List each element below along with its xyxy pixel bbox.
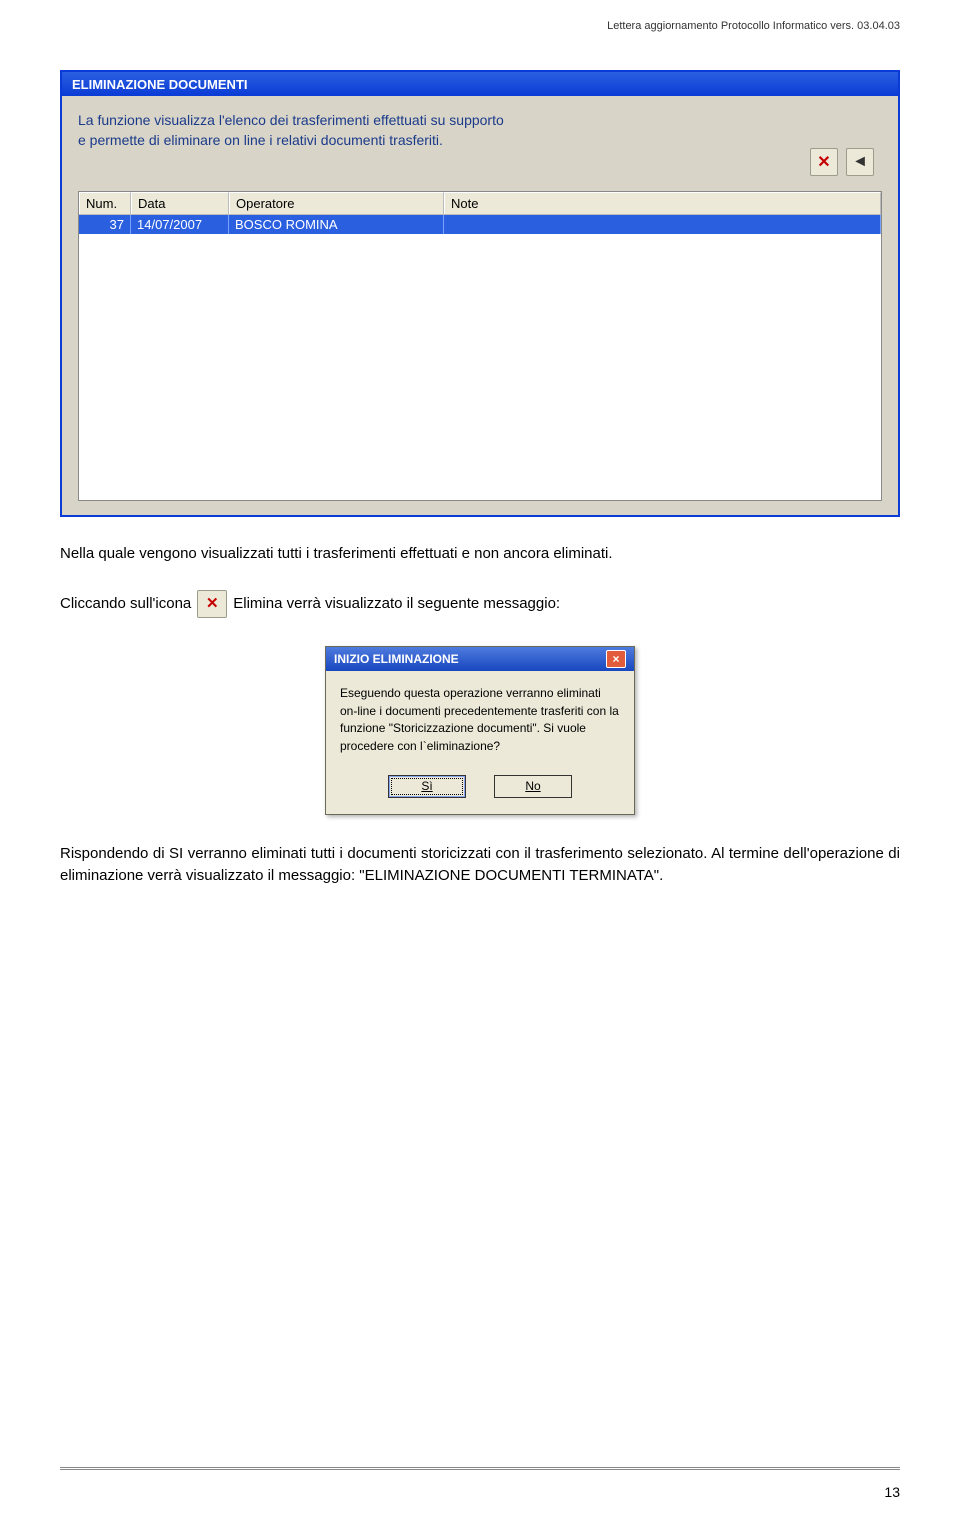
page-number: 13 [884,1484,900,1500]
delete-x-icon: ✕ [817,152,830,172]
dialog-close-button[interactable]: × [606,650,626,668]
table-row[interactable]: 37 14/07/2007 BOSCO ROMINA [79,215,881,234]
window-titlebar: ELIMINAZIONE DOCUMENTI [62,72,898,96]
desc-line-2: e permette di eliminare on line i relati… [78,132,443,148]
confirm-dialog: INIZIO ELIMINAZIONE × Eseguendo questa o… [325,646,635,815]
inline-delete-icon: ✕ [197,590,227,618]
col-header-note[interactable]: Note [444,192,881,214]
dialog-message: Eseguendo questa operazione verranno eli… [340,685,620,755]
delete-button[interactable]: ✕ [810,148,838,176]
transfers-table: Num. Data Operatore Note 37 14/07/2007 B… [78,191,882,501]
col-header-data[interactable]: Data [131,192,229,214]
dialog-wrapper: INIZIO ELIMINAZIONE × Eseguendo questa o… [60,646,900,815]
back-button[interactable]: ◄ [846,148,874,176]
dialog-yes-button[interactable]: Sì [388,775,466,798]
no-label: No [525,778,540,795]
cell-operatore: BOSCO ROMINA [229,215,444,234]
dialog-no-button[interactable]: No [494,775,572,798]
col-header-operatore[interactable]: Operatore [229,192,444,214]
close-icon: × [612,652,619,666]
page-header-docref: Lettera aggiornamento Protocollo Informa… [607,20,900,32]
dialog-title: INIZIO ELIMINAZIONE [334,652,459,666]
eliminazione-window: ELIMINAZIONE DOCUMENTI La funzione visua… [60,70,900,517]
paragraph-1: Nella quale vengono visualizzati tutti i… [60,543,900,565]
paragraph-3: Rispondendo di SI verranno eliminati tut… [60,843,900,887]
page-content: ELIMINAZIONE DOCUMENTI La funzione visua… [60,70,900,886]
col-header-num[interactable]: Num. [79,192,131,214]
cell-num: 37 [79,215,131,234]
para2-pre: Cliccando sull'icona [60,593,191,615]
cell-data: 14/07/2007 [131,215,229,234]
inline-x-icon: ✕ [206,593,219,615]
footer-line [60,1467,900,1470]
paragraph-2: Cliccando sull'icona ✕ Elimina verrà vis… [60,590,900,618]
back-arrow-icon: ◄ [852,153,868,171]
window-description: La funzione visualizza l'elenco dei tras… [78,110,882,151]
yes-label: Sì [421,778,432,795]
window-body: La funzione visualizza l'elenco dei tras… [62,96,898,515]
para2-post: Elimina verrà visualizzato il seguente m… [233,593,560,615]
window-toolbar: ✕ ◄ [810,148,874,176]
dialog-body: Eseguendo questa operazione verranno eli… [326,671,634,814]
dialog-titlebar: INIZIO ELIMINAZIONE × [326,647,634,671]
window-title: ELIMINAZIONE DOCUMENTI [72,77,248,92]
desc-line-1: La funzione visualizza l'elenco dei tras… [78,112,504,128]
cell-note [444,215,881,234]
table-header-row: Num. Data Operatore Note [79,192,881,215]
dialog-buttons: Sì No [340,775,620,798]
